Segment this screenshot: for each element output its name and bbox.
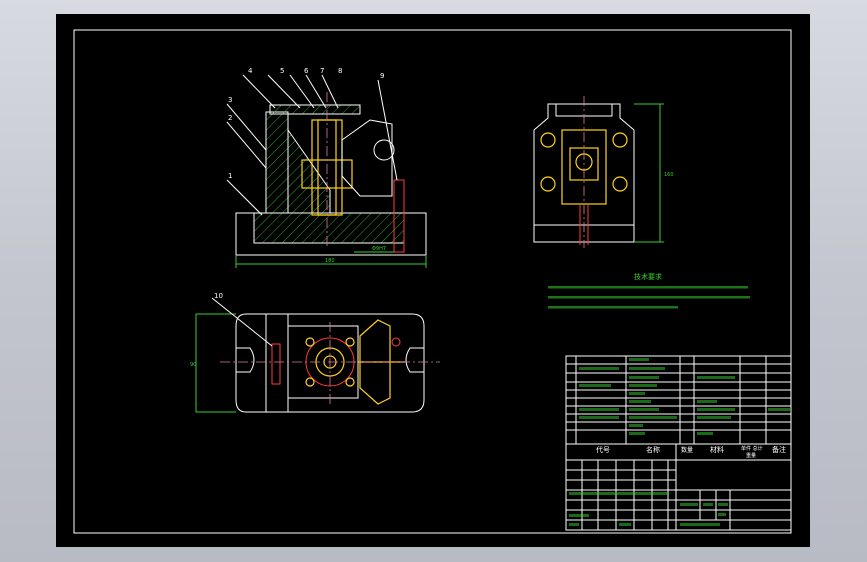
column-section	[265, 111, 289, 214]
svg-text:9: 9	[380, 72, 384, 80]
svg-text:3: 3	[228, 96, 232, 104]
svg-text:2: 2	[228, 114, 232, 122]
support-rib	[287, 128, 331, 214]
cad-window: 4 5 6 7 8 9 3 2 1 180 Φ9H7 160 90 10 技术要求 代号 名…	[0, 0, 867, 562]
requirement-line-2	[548, 296, 750, 299]
svg-text:10: 10	[214, 292, 223, 300]
side-view: 160	[533, 96, 674, 248]
svg-text:90: 90	[190, 362, 196, 368]
side-bolt-1	[540, 132, 556, 148]
tech-requirements: 技术要求	[548, 272, 750, 309]
svg-text:180: 180	[325, 258, 335, 264]
svg-text:Φ9H7: Φ9H7	[372, 246, 386, 252]
drawing-border	[73, 29, 792, 534]
header-code: 代号	[596, 445, 610, 454]
side-bolt-3	[540, 176, 556, 192]
svg-text:8: 8	[338, 67, 342, 75]
base-section	[253, 212, 405, 244]
title-block	[565, 443, 792, 531]
top-arm	[269, 104, 361, 115]
header-weight-sub: 重量	[746, 452, 756, 459]
header-qty: 数量	[681, 446, 693, 454]
side-bolt-4	[612, 176, 628, 192]
header-note: 备注	[772, 445, 786, 454]
tech-requirements-title: 技术要求	[634, 272, 662, 281]
requirement-line-1	[548, 286, 748, 289]
drawing-sheet: 4 5 6 7 8 9 3 2 1 180 Φ9H7 160 90 10 技术要求 代号 名…	[56, 14, 810, 547]
workpiece	[341, 119, 393, 197]
svg-text:6: 6	[304, 67, 309, 75]
svg-text:7: 7	[320, 67, 324, 75]
drawing-canvas: 4 5 6 7 8 9 3 2 1 180 Φ9H7 160 90 10 技术要求 代号 …	[73, 29, 792, 534]
top-view: 90 10	[190, 292, 440, 413]
front-view: 4 5 6 7 8 9 3 2 1 180 Φ9H7	[226, 67, 427, 268]
header-weight: 单件 总计	[741, 445, 763, 452]
header-material: 材料	[710, 445, 724, 454]
side-bolt-2	[612, 132, 628, 148]
svg-text:4: 4	[248, 67, 253, 75]
requirement-line-3	[548, 306, 678, 309]
svg-text:1: 1	[228, 172, 232, 180]
header-name: 名称	[646, 445, 660, 454]
svg-text:160: 160	[664, 172, 674, 178]
svg-text:5: 5	[280, 67, 284, 75]
